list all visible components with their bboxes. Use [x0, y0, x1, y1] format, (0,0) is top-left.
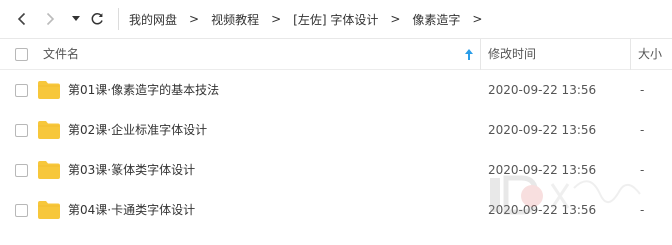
file-row[interactable]: 第02课·企业标准字体设计 2020-09-22 13:56 -: [0, 110, 672, 150]
refresh-button[interactable]: [88, 8, 106, 30]
file-row[interactable]: 第03课·篆体类字体设计 2020-09-22 13:56 -: [0, 150, 672, 190]
folder-icon: [38, 201, 60, 219]
column-divider[interactable]: [480, 39, 481, 70]
back-button[interactable]: [12, 8, 32, 30]
file-row[interactable]: 第01课·像素造字的基本技法 2020-09-22 13:56 -: [0, 70, 672, 110]
history-dropdown-button[interactable]: [70, 8, 82, 30]
row-checkbox[interactable]: [15, 124, 28, 137]
row-checkbox[interactable]: [15, 204, 28, 217]
file-modified: 2020-09-22 13:56: [488, 163, 597, 177]
select-all-checkbox[interactable]: [15, 48, 28, 61]
file-size: -: [640, 203, 645, 217]
breadcrumb-separator: >: [189, 12, 200, 26]
breadcrumb-item[interactable]: [左佐] 字体设计: [293, 11, 378, 28]
chevron-right-icon: [46, 12, 55, 26]
navigation-bar: 我的网盘 > 视频教程 > [左佐] 字体设计 > 像素造字 >: [0, 0, 672, 38]
breadcrumb-separator: >: [472, 12, 483, 26]
column-header-modified[interactable]: 修改时间: [488, 39, 536, 70]
file-modified: 2020-09-22 13:56: [488, 123, 597, 137]
breadcrumb-item[interactable]: 视频教程: [211, 11, 259, 28]
column-header-name[interactable]: 文件名: [43, 39, 79, 70]
breadcrumb: 我的网盘 > 视频教程 > [左佐] 字体设计 > 像素造字 >: [129, 0, 494, 38]
file-modified: 2020-09-22 13:56: [488, 203, 597, 217]
sort-ascending-icon[interactable]: [465, 49, 473, 60]
file-size: -: [640, 163, 645, 177]
folder-icon: [38, 81, 60, 99]
file-name[interactable]: 第01课·像素造字的基本技法: [68, 70, 219, 110]
column-header-size[interactable]: 大小: [638, 39, 662, 70]
breadcrumb-item[interactable]: 我的网盘: [129, 11, 177, 28]
file-size: -: [640, 83, 645, 97]
file-name[interactable]: 第03课·篆体类字体设计: [68, 150, 195, 190]
row-checkbox[interactable]: [15, 84, 28, 97]
file-name[interactable]: 第04课·卡通类字体设计: [68, 190, 195, 230]
folder-icon: [38, 121, 60, 139]
file-modified: 2020-09-22 13:56: [488, 83, 597, 97]
caret-down-icon: [72, 16, 80, 21]
breadcrumb-item-current[interactable]: 像素造字: [412, 11, 460, 28]
file-list-header: 文件名 修改时间 大小: [0, 38, 672, 70]
nav-divider: [118, 8, 119, 30]
breadcrumb-separator: >: [271, 12, 282, 26]
file-size: -: [640, 123, 645, 137]
file-name[interactable]: 第02课·企业标准字体设计: [68, 110, 207, 150]
forward-button[interactable]: [40, 8, 60, 30]
chevron-left-icon: [17, 12, 26, 26]
column-divider[interactable]: [630, 39, 631, 70]
file-row[interactable]: 第04课·卡通类字体设计 2020-09-22 13:56 -: [0, 190, 672, 230]
breadcrumb-separator: >: [390, 12, 401, 26]
row-checkbox[interactable]: [15, 164, 28, 177]
folder-icon: [38, 161, 60, 179]
refresh-icon: [91, 13, 103, 25]
